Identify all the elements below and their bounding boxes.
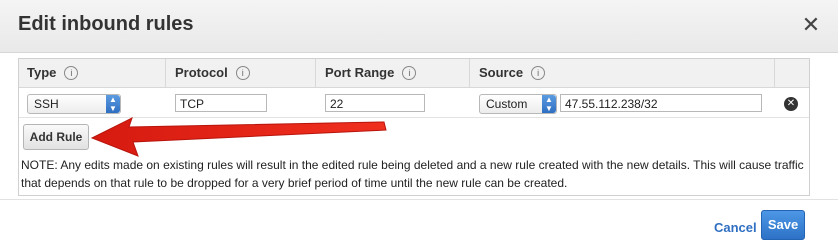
save-button[interactable]: Save (761, 210, 805, 240)
dialog-header: Edit inbound rules ✕ (0, 0, 838, 53)
column-divider (165, 59, 166, 87)
close-icon[interactable]: ✕ (801, 14, 821, 36)
select-arrows-icon: ▲ ▼ (542, 95, 556, 113)
protocol-field[interactable]: TCP (175, 94, 267, 112)
column-header-protocol: Protocol i (175, 59, 250, 87)
edit-inbound-rules-dialog: Edit inbound rules ✕ Type i Protocol i Por… (0, 0, 838, 252)
info-icon[interactable]: i (402, 66, 417, 80)
footer-divider (0, 199, 838, 200)
select-arrows-icon: ▲ ▼ (106, 95, 120, 113)
column-divider (469, 59, 470, 87)
column-label-source: Source (479, 65, 524, 80)
note-text: NOTE: Any edits made on existing rules w… (21, 158, 804, 190)
add-rule-button[interactable]: Add Rule (23, 124, 89, 150)
info-icon[interactable]: i (64, 66, 79, 80)
cancel-button[interactable]: Cancel (714, 220, 757, 235)
rules-table: Type i Protocol i Port Range i Source i SSH … (18, 58, 810, 196)
column-label-protocol: Protocol (175, 65, 228, 80)
remove-row-icon[interactable]: ✕ (784, 97, 798, 111)
column-label-port-range: Port Range (325, 65, 395, 80)
column-divider (774, 59, 775, 87)
port-range-field[interactable]: 22 (325, 94, 425, 112)
column-header-type: Type i (27, 59, 79, 87)
column-header-port-range: Port Range i (325, 59, 417, 87)
column-divider (315, 59, 316, 87)
row-divider (19, 117, 809, 118)
rules-table-header: Type i Protocol i Port Range i Source i (19, 59, 809, 88)
dialog-title: Edit inbound rules (18, 13, 194, 35)
column-header-source: Source i (479, 59, 546, 87)
source-mode-value: Custom (486, 97, 528, 111)
column-label-type: Type (27, 65, 57, 80)
info-icon[interactable]: i (235, 66, 250, 80)
source-mode-select[interactable]: Custom ▲ ▼ (479, 94, 557, 114)
type-select-value: SSH (34, 97, 59, 111)
info-icon[interactable]: i (531, 66, 546, 80)
source-cidr-field[interactable]: 47.55.112.238/32 (560, 94, 762, 112)
type-select[interactable]: SSH ▲ ▼ (27, 94, 121, 114)
